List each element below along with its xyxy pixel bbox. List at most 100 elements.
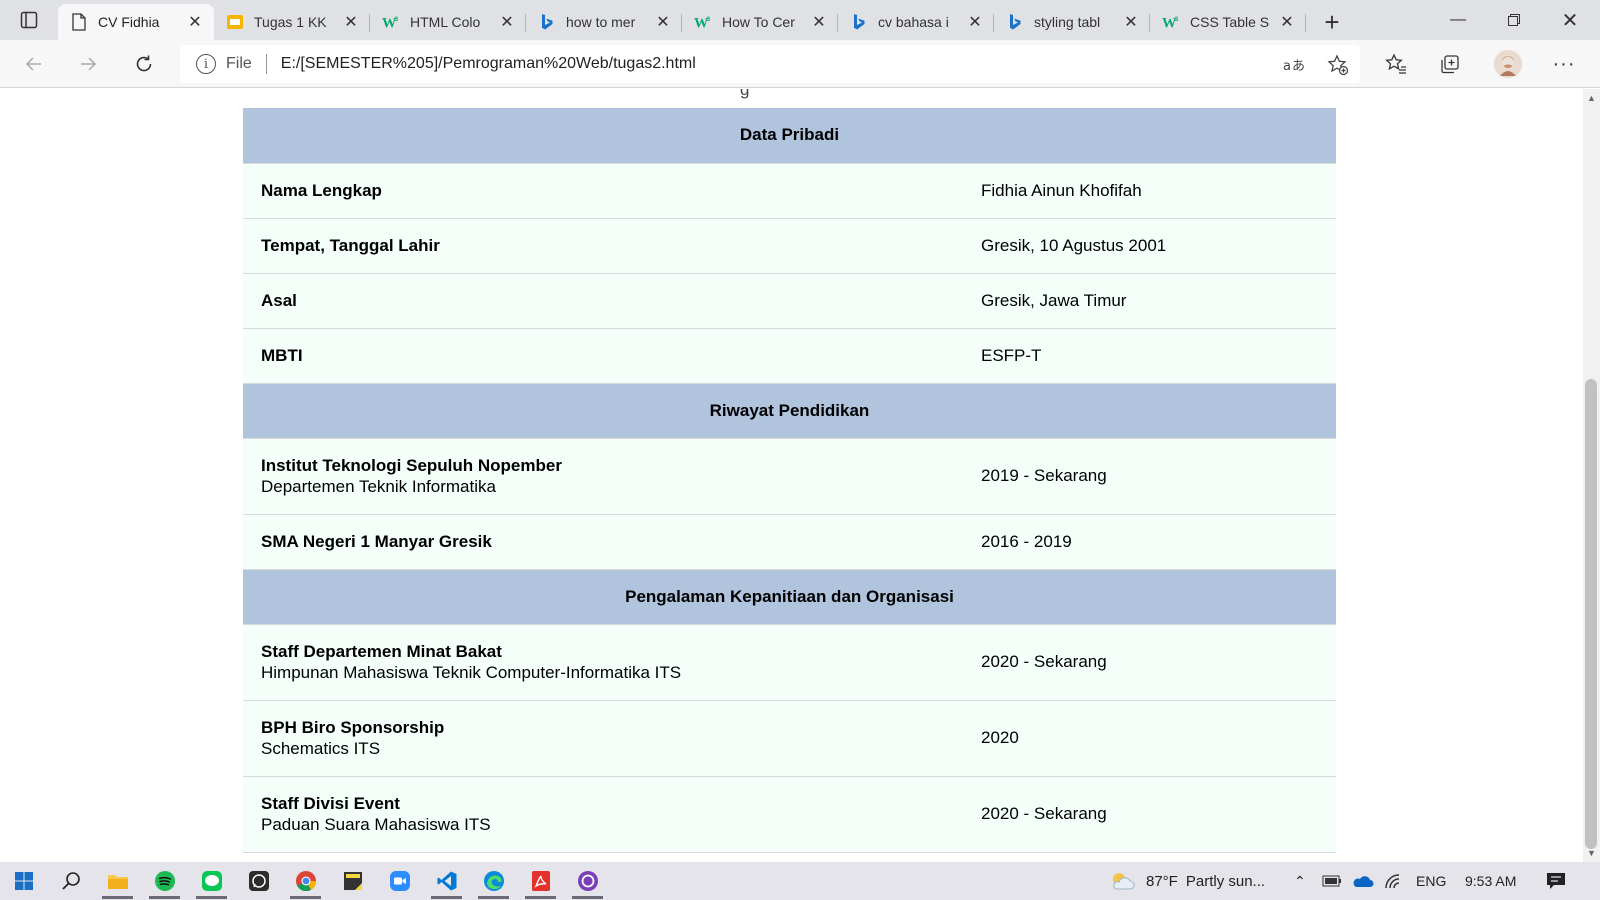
whatsapp-icon bbox=[248, 870, 270, 892]
row-label-cell: MBTI bbox=[243, 328, 981, 384]
line-icon bbox=[201, 870, 223, 892]
chevron-up-icon: ⌃ bbox=[1294, 872, 1306, 889]
clock[interactable]: 9:53 AM bbox=[1465, 862, 1516, 900]
taskbar-app-search[interactable] bbox=[47, 862, 94, 900]
browser-tab[interactable]: styling tabl ✕ bbox=[994, 4, 1150, 40]
row-label: Staff Divisi Event bbox=[261, 794, 400, 813]
browser-tab[interactable]: W 3 How To Cer ✕ bbox=[682, 4, 838, 40]
row-label: BPH Biro Sponsorship bbox=[261, 718, 445, 737]
tab-title: styling tabl bbox=[1034, 14, 1101, 30]
close-tab-icon[interactable]: ✕ bbox=[810, 13, 828, 31]
search-icon bbox=[61, 871, 81, 891]
language-indicator[interactable]: ENG bbox=[1416, 862, 1446, 900]
minimize-button[interactable]: — bbox=[1430, 0, 1486, 40]
forward-button[interactable] bbox=[70, 46, 106, 82]
show-hidden-icons[interactable]: ⌃ bbox=[1294, 862, 1306, 900]
taskbar-app-whatsapp[interactable] bbox=[235, 862, 282, 900]
collections-button[interactable] bbox=[1436, 50, 1464, 78]
weather-widget[interactable]: 87°F Partly sun... bbox=[1108, 862, 1265, 900]
notification-center-button[interactable] bbox=[1546, 862, 1566, 900]
taskbar-app-acrobat[interactable] bbox=[517, 862, 564, 900]
taskbar-app-edge[interactable] bbox=[470, 862, 517, 900]
browser-tab[interactable]: W 3 CSS Table S ✕ bbox=[1150, 4, 1306, 40]
tab-strip: CV Fidhia ✕ Tugas 1 KK ✕ W 3 HTML Colo ✕ how to … bbox=[0, 0, 1600, 40]
browser-tab[interactable]: Tugas 1 KK ✕ bbox=[214, 4, 370, 40]
taskbar-app-file-explorer[interactable] bbox=[94, 862, 141, 900]
cut-off-heading: g bbox=[740, 89, 750, 99]
back-button[interactable] bbox=[16, 46, 52, 82]
svg-text:3: 3 bbox=[395, 16, 399, 23]
battery-indicator[interactable] bbox=[1322, 862, 1342, 900]
scroll-down-icon[interactable]: ▼ bbox=[1587, 848, 1596, 858]
refresh-button[interactable] bbox=[126, 46, 162, 82]
row-label: Staff Departemen Minat Bakat bbox=[261, 642, 502, 661]
browser-tab[interactable]: CV Fidhia ✕ bbox=[58, 4, 214, 40]
add-favorite-icon[interactable] bbox=[1326, 53, 1350, 77]
restore-button[interactable] bbox=[1486, 0, 1542, 40]
row-label-cell: Nama Lengkap bbox=[243, 163, 981, 219]
browser-tab[interactable]: how to mer ✕ bbox=[526, 4, 682, 40]
row-label-cell: Staff Departemen Minat Bakat Himpunan Mah… bbox=[243, 624, 981, 701]
close-tab-icon[interactable]: ✕ bbox=[498, 13, 516, 31]
row-label-cell: SMA Negeri 1 Manyar Gresik bbox=[243, 514, 981, 570]
file-explorer-icon bbox=[107, 871, 129, 891]
onedrive-indicator[interactable] bbox=[1352, 862, 1374, 900]
wifi-indicator[interactable] bbox=[1384, 862, 1402, 900]
table-row: Nama Lengkap Fidhia Ainun Khofifah bbox=[243, 163, 1336, 219]
table-row: Staff Departemen Minat Bakat Himpunan Mah… bbox=[243, 624, 1336, 701]
read-aloud-translate-icon[interactable]: aあ bbox=[1282, 53, 1306, 77]
browser-tab[interactable]: cv bahasa i ✕ bbox=[838, 4, 994, 40]
taskbar-app-line[interactable] bbox=[188, 862, 235, 900]
taskbar-app-vscode[interactable] bbox=[423, 862, 470, 900]
tab-separator bbox=[1305, 14, 1306, 32]
taskbar-app-sticky-notes[interactable] bbox=[329, 862, 376, 900]
favorites-button[interactable] bbox=[1382, 50, 1410, 78]
slides-icon bbox=[226, 13, 244, 31]
tab-title: CSS Table S bbox=[1190, 14, 1270, 30]
taskbar-app-spotify[interactable] bbox=[141, 862, 188, 900]
close-tab-icon[interactable]: ✕ bbox=[1278, 13, 1296, 31]
tab-actions-button[interactable] bbox=[0, 0, 58, 40]
close-tab-icon[interactable]: ✕ bbox=[654, 13, 672, 31]
refresh-icon bbox=[136, 55, 152, 72]
svg-text:あ: あ bbox=[1292, 59, 1305, 74]
row-sublabel: Departemen Teknik Informatika bbox=[261, 477, 496, 496]
profile-avatar[interactable] bbox=[1494, 50, 1522, 78]
row-label: Tempat, Tanggal Lahir bbox=[261, 236, 440, 255]
table-row: Staff Divisi Event Paduan Suara Mahasiswa… bbox=[243, 776, 1336, 853]
plus-icon: + bbox=[1324, 6, 1340, 37]
address-url[interactable]: E:/[SEMESTER%205]/Pemrograman%20Web/tuga… bbox=[281, 55, 1360, 73]
taskbar-app-chrome[interactable] bbox=[282, 862, 329, 900]
browser-tab[interactable]: W 3 HTML Colo ✕ bbox=[370, 4, 526, 40]
taskbar-app-windows-start[interactable] bbox=[0, 862, 47, 900]
settings-more-button[interactable]: ··· bbox=[1550, 50, 1578, 78]
row-label-cell: Asal bbox=[243, 273, 981, 329]
taskbar-app-github-desktop[interactable] bbox=[564, 862, 611, 900]
language-label: ENG bbox=[1416, 873, 1447, 889]
row-value: 2020 - Sekarang bbox=[981, 776, 1336, 853]
row-value: 2020 - Sekarang bbox=[981, 624, 1336, 701]
row-value: ESFP-T bbox=[981, 328, 1336, 384]
chrome-icon bbox=[295, 870, 317, 892]
table-row: BPH Biro Sponsorship Schematics ITS 2020 bbox=[243, 700, 1336, 777]
scrollbar-thumb[interactable] bbox=[1585, 379, 1597, 849]
close-tab-icon[interactable]: ✕ bbox=[966, 13, 984, 31]
close-tab-icon[interactable]: ✕ bbox=[186, 13, 204, 31]
address-bar[interactable]: i File E:/[SEMESTER%205]/Pemrograman%20W… bbox=[180, 45, 1360, 83]
edge-icon bbox=[483, 870, 505, 892]
close-tab-icon[interactable]: ✕ bbox=[342, 13, 360, 31]
new-tab-button[interactable]: + bbox=[1312, 4, 1352, 40]
table-row: SMA Negeri 1 Manyar Gresik 2016 - 2019 bbox=[243, 514, 1336, 570]
close-window-button[interactable]: ✕ bbox=[1542, 0, 1598, 40]
vertical-scrollbar[interactable]: ▲ ▼ bbox=[1583, 89, 1600, 862]
close-tab-icon[interactable]: ✕ bbox=[1122, 13, 1140, 31]
info-icon[interactable]: i bbox=[196, 54, 216, 74]
scroll-up-icon[interactable]: ▲ bbox=[1587, 93, 1596, 103]
row-value: 2020 bbox=[981, 700, 1336, 777]
row-label-cell: Staff Divisi Event Paduan Suara Mahasiswa… bbox=[243, 776, 981, 853]
tab-actions-icon bbox=[20, 11, 38, 29]
row-label: Nama Lengkap bbox=[261, 181, 382, 200]
taskbar-app-zoom[interactable] bbox=[376, 862, 423, 900]
user-avatar-icon bbox=[1494, 50, 1522, 78]
table-row: MBTI ESFP-T bbox=[243, 328, 1336, 384]
